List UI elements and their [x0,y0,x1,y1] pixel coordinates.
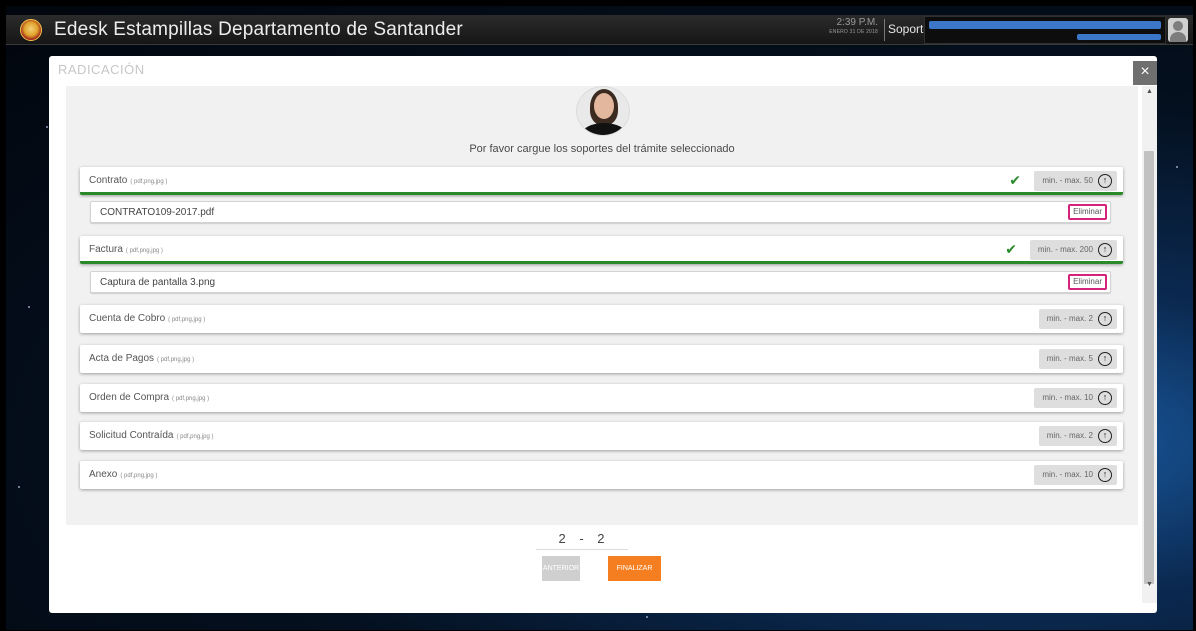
previous-button[interactable]: ANTERIOR [542,556,580,581]
doc-card-contrato[interactable]: Contrato( pdf,png,jpg ) ✔ min. - max. 50… [80,167,1123,195]
clock-time: 2:39 P.M. [836,17,878,28]
clock: 2:39 P.M. ENERO 31 DE 2018 [816,18,878,35]
pager-separator: - [579,531,585,546]
close-icon[interactable]: × [1133,61,1157,85]
pager: 2 - 2 [536,531,628,550]
redacted-bar [1077,34,1161,40]
file-name: Captura de pantalla 3.png [100,277,216,288]
file-item: Captura de pantalla 3.png Eliminar [90,271,1111,293]
doc-card-orden-de-compra[interactable]: Orden de Compra( pdf,png,jpg ) min. - ma… [80,384,1123,412]
doc-label: Contrato( pdf,png,jpg ) [89,175,168,186]
scroll-down-arrow-icon[interactable]: ▼ [1144,581,1155,588]
scrollbar-thumb[interactable] [1144,151,1154,584]
finish-button[interactable]: FINALIZAR [608,556,661,581]
file-name: CONTRATO109-2017.pdf [100,207,215,218]
star [46,126,48,128]
delete-button[interactable]: Eliminar [1068,204,1107,220]
santander-logo-icon [20,19,42,41]
doc-label: Factura( pdf,png,jpg ) [89,244,163,255]
upload-arrow-icon: ↑ [1098,391,1112,405]
upload-arrow-icon: ↑ [1098,243,1112,257]
doc-card-cuenta-de-cobro[interactable]: Cuenta de Cobro( pdf,png,jpg ) min. - ma… [80,305,1123,333]
doc-card-anexo[interactable]: Anexo( pdf,png,jpg ) min. - max. 10 ↑ [80,461,1123,489]
star [1176,166,1178,168]
upload-arrow-icon: ↑ [1098,429,1112,443]
doc-card-factura[interactable]: Factura( pdf,png,jpg ) ✔ min. - max. 200… [80,236,1123,264]
upload-button[interactable]: min. - max. 2 ↑ [1038,426,1117,446]
doc-label: Anexo( pdf,png,jpg ) [89,469,158,480]
upload-arrow-icon: ↑ [1098,312,1112,326]
instruction-text: Por favor cargue los soportes del trámit… [469,143,735,155]
scroll-up-arrow-icon[interactable]: ▲ [1144,88,1155,95]
check-icon: ✔ [1005,241,1017,257]
assistant-photo [576,86,630,136]
upload-arrow-icon: ↑ [1098,174,1112,188]
modal-title: RADICACIÓN [58,62,145,77]
doc-label: Orden de Compra( pdf,png,jpg ) [89,392,210,403]
doc-label: Acta de Pagos( pdf,png,jpg ) [89,353,195,364]
star [18,486,20,488]
upload-button[interactable]: min. - max. 10 ↑ [1034,465,1117,485]
upload-arrow-icon: ↑ [1098,468,1112,482]
divider [884,19,885,41]
upload-button[interactable]: min. - max. 200 ↑ [1029,240,1117,260]
upload-button[interactable]: min. - max. 2 ↑ [1038,309,1117,329]
redacted-bar [929,21,1161,29]
pager-current: 2 [558,531,567,546]
app-title: Edesk Estampillas Departamento de Santan… [54,19,463,40]
upload-button[interactable]: min. - max. 10 ↑ [1034,388,1117,408]
star [28,306,30,308]
star [646,616,648,618]
desktop-background: Edesk Estampillas Departamento de Santan… [6,6,1193,630]
radicacion-modal: RADICACIÓN × ▲ ▼ Por favor cargue los so… [49,56,1157,613]
clock-date: ENERO 31 DE 2018 [829,29,878,35]
upload-button[interactable]: min. - max. 5 ↑ [1038,349,1117,369]
file-row: Captura de pantalla 3.png Eliminar [80,268,1123,296]
check-icon: ✔ [1009,172,1021,188]
doc-label: Solicitud Contraída( pdf,png,jpg ) [89,430,214,441]
file-row: CONTRATO109-2017.pdf Eliminar [80,198,1123,226]
doc-card-acta-de-pagos[interactable]: Acta de Pagos( pdf,png,jpg ) min. - max.… [80,345,1123,373]
user-avatar-icon[interactable] [1168,18,1188,42]
upload-button[interactable]: min. - max. 50 ↑ [1034,171,1117,191]
upload-arrow-icon: ↑ [1098,352,1112,366]
top-bar: Edesk Estampillas Departamento de Santan… [6,15,1193,45]
file-item: CONTRATO109-2017.pdf Eliminar [90,201,1111,223]
user-info-redacted[interactable] [924,16,1166,44]
pager-total: 2 [597,531,606,546]
delete-button[interactable]: Eliminar [1068,274,1107,290]
doc-card-solicitud-contraida[interactable]: Solicitud Contraída( pdf,png,jpg ) min. … [80,422,1123,450]
doc-label: Cuenta de Cobro( pdf,png,jpg ) [89,313,206,324]
